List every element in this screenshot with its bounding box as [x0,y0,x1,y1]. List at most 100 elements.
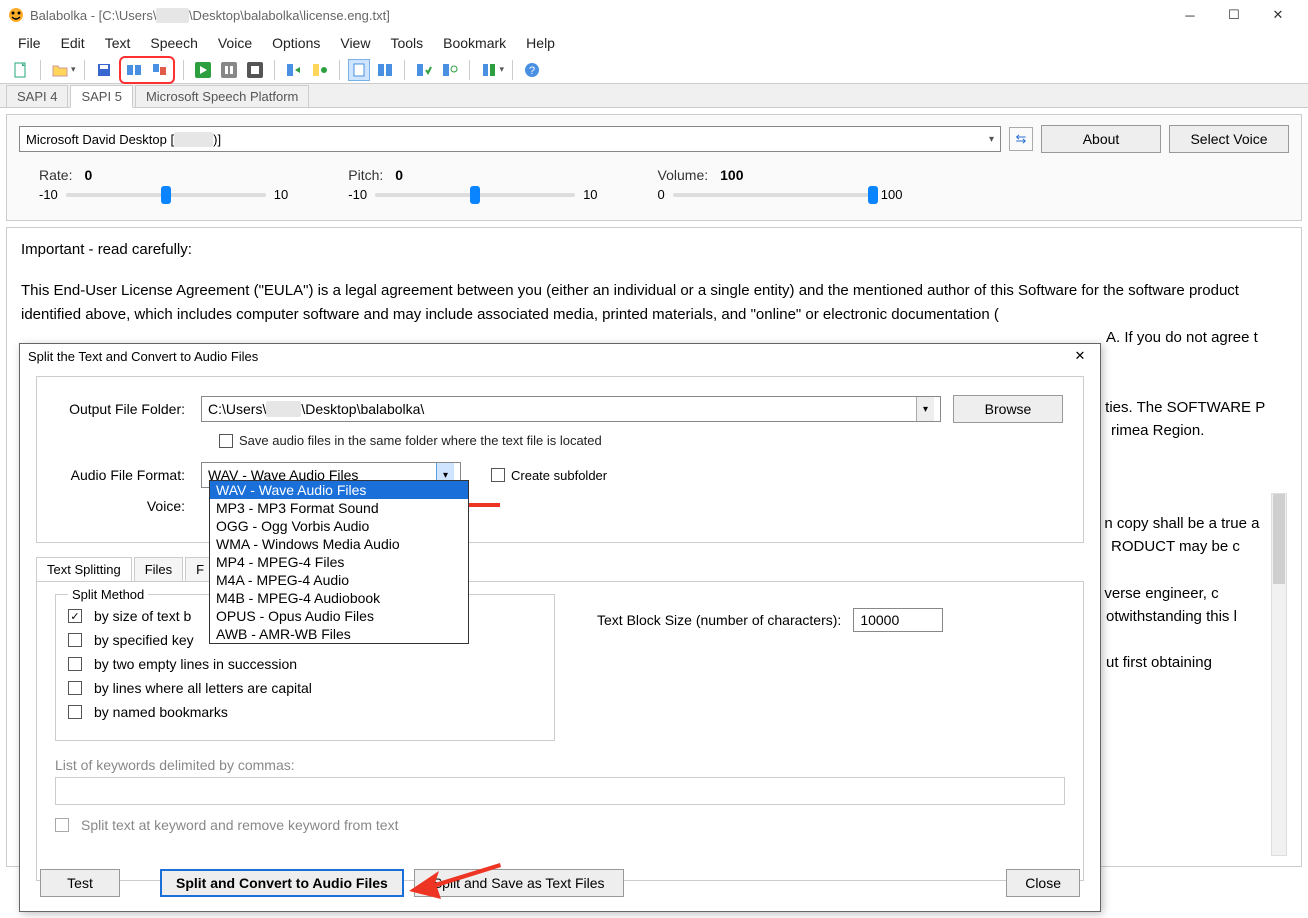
menu-edit[interactable]: Edit [51,32,95,54]
split-save-button[interactable]: Split and Save as Text Files [414,869,624,897]
format-option-mp4[interactable]: MP4 - MPEG-4 Files [210,553,468,571]
rate-max: 10 [274,187,288,202]
minimize-button[interactable]: ─ [1168,1,1212,29]
format-option-awb[interactable]: AWB - AMR-WB Files [210,625,468,643]
format-option-wma[interactable]: WMA - Windows Media Audio [210,535,468,553]
rate-slider[interactable] [66,193,266,197]
toolbar: ▾ ▾ ? [0,56,1308,84]
create-subfolder-label: Create subfolder [511,468,607,483]
convert-audio-alt-icon[interactable] [309,59,331,81]
browse-button[interactable]: Browse [953,395,1063,423]
pitch-slider-block: Pitch:0 -10 10 [348,167,597,202]
menu-view[interactable]: View [330,32,380,54]
keywords-input[interactable] [55,777,1065,805]
split-method-legend: Split Method [68,587,148,602]
format-option-ogg[interactable]: OGG - Ogg Vorbis Audio [210,517,468,535]
rate-value: 0 [84,167,92,183]
help-icon[interactable]: ? [521,59,543,81]
format-option-m4a[interactable]: M4A - MPEG-4 Audio [210,571,468,589]
split-convert-dialog: Split the Text and Convert to Audio File… [19,343,1101,912]
find-icon[interactable] [439,59,461,81]
method-bookmarks-label: by named bookmarks [94,704,228,720]
format-option-mp3[interactable]: MP3 - MP3 Format Sound [210,499,468,517]
pause-icon[interactable] [218,59,240,81]
text-splitting-panel: Split Method by size of text b by specif… [36,581,1084,881]
method-by-keyword-checkbox[interactable] [68,633,82,647]
method-capital-lines-checkbox[interactable] [68,681,82,695]
split-convert-button[interactable]: Split and Convert to Audio Files [160,869,404,897]
maximize-button[interactable]: ☐ [1212,1,1256,29]
block-size-input[interactable] [853,608,943,632]
convert-audio-icon[interactable] [283,59,305,81]
remove-keyword-label: Split text at keyword and remove keyword… [81,817,398,833]
method-capital-lines-label: by lines where all letters are capital [94,680,312,696]
tab-sapi4[interactable]: SAPI 4 [6,85,68,107]
format-option-m4b[interactable]: M4B - MPEG-4 Audiobook [210,589,468,607]
menubar: File Edit Text Speech Voice Options View… [0,30,1308,56]
select-voice-button[interactable]: Select Voice [1169,125,1289,153]
voice-panel: Microsoft David Desktop [xxxxxx)] ▾ ⇆ Ab… [6,114,1302,221]
tab-text-splitting[interactable]: Text Splitting [36,557,132,581]
menu-tools[interactable]: Tools [380,32,433,54]
titlebar: Balabolka - [C:\Users\xxxxx\Desktop\bala… [0,0,1308,30]
menu-speech[interactable]: Speech [140,32,207,54]
format-option-opus[interactable]: OPUS - Opus Audio Files [210,607,468,625]
audio-format-label: Audio File Format: [51,467,201,483]
method-bookmarks-checkbox[interactable] [68,705,82,719]
save-same-folder-label: Save audio files in the same folder wher… [239,433,602,448]
close-dialog-button[interactable]: Close [1006,869,1080,897]
split-convert-icon[interactable] [123,59,145,81]
vertical-scrollbar[interactable] [1271,493,1287,856]
remove-keyword-checkbox[interactable] [55,818,69,832]
test-button[interactable]: Test [40,869,120,897]
new-file-icon[interactable] [10,59,32,81]
save-same-folder-checkbox[interactable] [219,434,233,448]
menu-file[interactable]: File [8,32,51,54]
pitch-min: -10 [348,187,367,202]
volume-slider[interactable] [673,193,873,197]
menu-help[interactable]: Help [516,32,565,54]
about-button[interactable]: About [1041,125,1161,153]
output-folder-label: Output File Folder: [51,401,201,417]
clipboard-monitor-icon[interactable] [348,59,370,81]
menu-options[interactable]: Options [262,32,330,54]
chevron-down-icon: ▾ [916,397,934,421]
dictionary-icon[interactable] [478,59,500,81]
pitch-value: 0 [395,167,403,183]
dictionary-dropdown-icon[interactable]: ▾ [500,64,505,75]
menu-text[interactable]: Text [95,32,141,54]
menu-bookmark[interactable]: Bookmark [433,32,516,54]
rate-label: Rate: [39,167,72,183]
read-clipboard-icon[interactable] [374,59,396,81]
audio-format-dropdown[interactable]: WAV - Wave Audio Files MP3 - MP3 Format … [209,480,469,644]
tab-sapi5[interactable]: SAPI 5 [70,85,132,108]
batch-convert-icon[interactable] [149,59,171,81]
tab-ms-speech[interactable]: Microsoft Speech Platform [135,85,309,107]
play-icon[interactable] [192,59,214,81]
stop-icon[interactable] [244,59,266,81]
open-dropdown-icon[interactable]: ▾ [71,64,76,75]
svg-text:?: ? [529,65,535,77]
spellcheck-icon[interactable] [413,59,435,81]
open-folder-icon[interactable] [49,59,71,81]
block-size-label: Text Block Size (number of characters): [597,612,841,628]
voice-select[interactable]: Microsoft David Desktop [xxxxxx)] ▾ [19,126,1001,152]
save-icon[interactable] [93,59,115,81]
create-subfolder-checkbox[interactable] [491,468,505,482]
method-by-size-checkbox[interactable] [68,609,82,623]
voice-label: Voice: [51,498,201,514]
method-by-size-label: by size of text b [94,608,191,624]
rate-slider-block: Rate:0 -10 10 [39,167,288,202]
pitch-slider[interactable] [375,193,575,197]
tab-files[interactable]: Files [134,557,183,581]
method-empty-lines-checkbox[interactable] [68,657,82,671]
dialog-close-icon[interactable]: ✕ [1068,348,1092,364]
method-empty-lines-label: by two empty lines in succession [94,656,297,672]
format-option-wav[interactable]: WAV - Wave Audio Files [210,481,468,499]
close-button[interactable]: ✕ [1256,1,1300,29]
menu-voice[interactable]: Voice [208,32,262,54]
output-folder-input[interactable]: C:\Users\xxxxx\Desktop\balabolka\ ▾ [201,396,941,422]
refresh-voices-icon[interactable]: ⇆ [1009,127,1033,151]
app-icon [8,7,24,23]
voice-select-value: Microsoft David Desktop [xxxxxx)] [26,132,221,147]
